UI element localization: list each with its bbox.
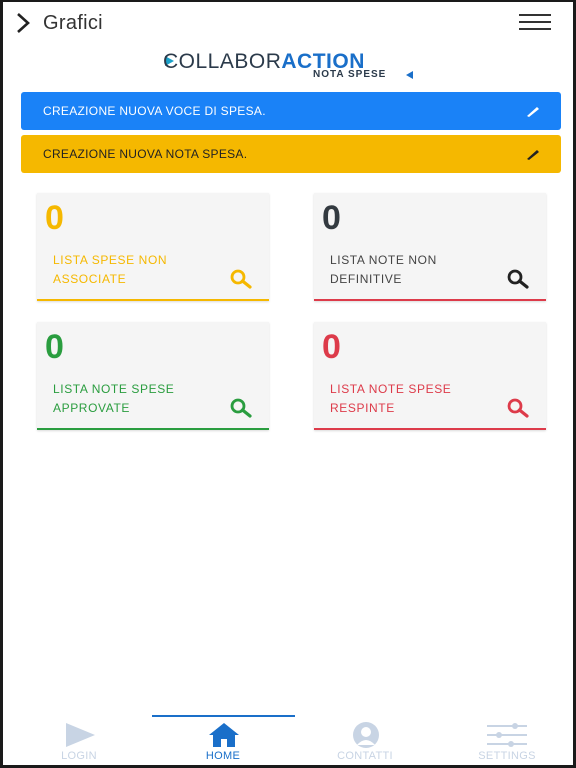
card-label: LISTA NOTE NON DEFINITIVE [330,253,437,286]
card-unassociated-expenses[interactable]: 0 LISTA SPESE NON ASSOCIATE [37,193,269,301]
pencil-icon [527,107,539,117]
sliders-icon [487,723,527,747]
card-rejected-notes[interactable]: 0 LISTA NOTE SPESE RESPINTE [314,322,546,430]
new-expense-report-button[interactable]: CREAZIONE NUOVA NOTA SPESA. [21,135,561,173]
bottom-nav: LOGIN HOME CONTATTI SETTINGS [6,715,576,765]
card-label: LISTA NOTE SPESE APPROVATE [53,382,175,415]
new-expense-item-label: CREAZIONE NUOVA VOCE DI SPESA. [43,104,266,118]
new-expense-item-button[interactable]: CREAZIONE NUOVA VOCE DI SPESA. [21,92,561,130]
card-non-final-notes[interactable]: 0 LISTA NOTE NON DEFINITIVE [314,193,546,301]
card-label: LISTA NOTE SPESE RESPINTE [330,382,452,415]
nav-login-label: LOGIN [61,750,97,762]
pencil-icon [527,150,539,160]
active-tab-indicator [152,715,295,717]
nav-contacts[interactable]: CONTATTI [294,719,436,765]
search-icon[interactable] [506,269,530,289]
search-icon[interactable] [229,398,253,418]
card-count: 0 [45,328,64,366]
new-expense-report-label: CREAZIONE NUOVA NOTA SPESA. [43,147,248,161]
card-count: 0 [45,199,64,237]
nav-contacts-label: CONTATTI [337,750,393,762]
user-icon [353,722,379,748]
chevron-right-icon[interactable] [13,11,37,35]
card-label: LISTA SPESE NON ASSOCIATE [53,253,168,286]
hamburger-menu-icon[interactable] [519,14,551,34]
logo-arrow-right-icon [406,71,413,79]
search-icon[interactable] [229,269,253,289]
app-logo: COLLABORACTION NOTA SPESE [163,50,423,84]
app-frame: Grafici COLLABORACTION NOTA SPESE CREAZI… [0,0,576,768]
search-icon[interactable] [506,398,530,418]
card-count: 0 [322,199,341,237]
nav-settings-label: SETTINGS [478,750,536,762]
nav-login[interactable]: LOGIN [8,719,150,765]
nav-home-label: HOME [205,750,241,762]
card-count: 0 [322,328,341,366]
nav-home[interactable]: HOME [152,719,294,765]
page-title: Grafici [43,12,103,34]
logo-subtitle: NOTA SPESE [313,69,387,80]
top-bar: Grafici [3,2,573,46]
play-icon [66,723,95,747]
home-icon [209,723,239,747]
nav-settings[interactable]: SETTINGS [436,719,576,765]
card-approved-notes[interactable]: 0 LISTA NOTE SPESE APPROVATE [37,322,269,430]
